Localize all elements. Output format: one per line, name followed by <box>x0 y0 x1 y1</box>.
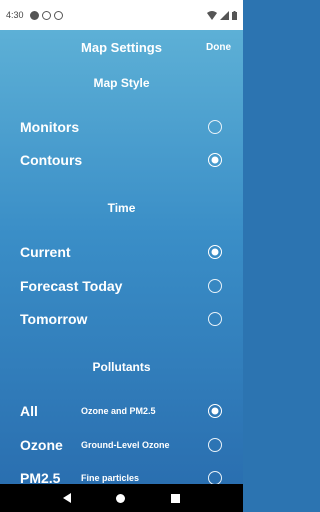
option-monitors[interactable]: Monitors <box>0 112 243 142</box>
radio-button[interactable] <box>208 471 222 485</box>
status-time: 4:30 <box>6 10 24 20</box>
option-label: All <box>20 403 38 419</box>
option-label: Ozone <box>20 437 63 453</box>
option-description: Ground-Level Ozone <box>81 440 170 450</box>
status-bar: 4:30 <box>0 0 243 30</box>
option-label: Forecast Today <box>20 278 123 294</box>
option-current[interactable]: Current <box>0 237 243 267</box>
blocked-icon <box>53 10 63 20</box>
settings-panel: Map Settings Done Map Style Monitors Con… <box>0 30 243 486</box>
option-ozone[interactable]: Ozone Ground-Level Ozone <box>0 430 243 460</box>
option-label: Current <box>20 244 71 260</box>
navigation-bar <box>0 484 243 512</box>
section-title-pollutants: Pollutants <box>92 360 151 374</box>
wifi-icon <box>207 10 217 20</box>
option-forecast-today[interactable]: Forecast Today <box>0 271 243 301</box>
notification-icon <box>29 10 39 20</box>
option-description: Fine particles <box>81 473 140 483</box>
option-tomorrow[interactable]: Tomorrow <box>0 304 243 334</box>
radio-button[interactable] <box>208 279 222 293</box>
home-icon[interactable] <box>116 493 126 503</box>
option-description: Ozone and PM2.5 <box>81 406 156 416</box>
radio-button[interactable] <box>208 120 222 134</box>
radio-button[interactable] <box>208 438 222 452</box>
option-contours[interactable]: Contours <box>0 145 243 175</box>
back-icon[interactable] <box>62 493 71 503</box>
radio-button-selected[interactable] <box>208 404 222 418</box>
radio-button[interactable] <box>208 312 222 326</box>
section-title-time: Time <box>107 201 136 215</box>
recent-apps-icon[interactable] <box>171 493 181 503</box>
option-label: Contours <box>20 152 83 168</box>
radio-button-selected[interactable] <box>208 245 222 259</box>
option-all-pollutants[interactable]: All Ozone and PM2.5 <box>0 396 243 426</box>
section-title-map-style: Map Style <box>93 76 150 90</box>
done-button[interactable]: Done <box>206 42 231 53</box>
signal-icon <box>220 10 229 20</box>
option-label: Monitors <box>20 119 80 135</box>
sync-icon <box>41 10 51 20</box>
option-label: Tomorrow <box>20 311 88 327</box>
battery-icon <box>232 10 237 20</box>
radio-button-selected[interactable] <box>208 153 222 167</box>
